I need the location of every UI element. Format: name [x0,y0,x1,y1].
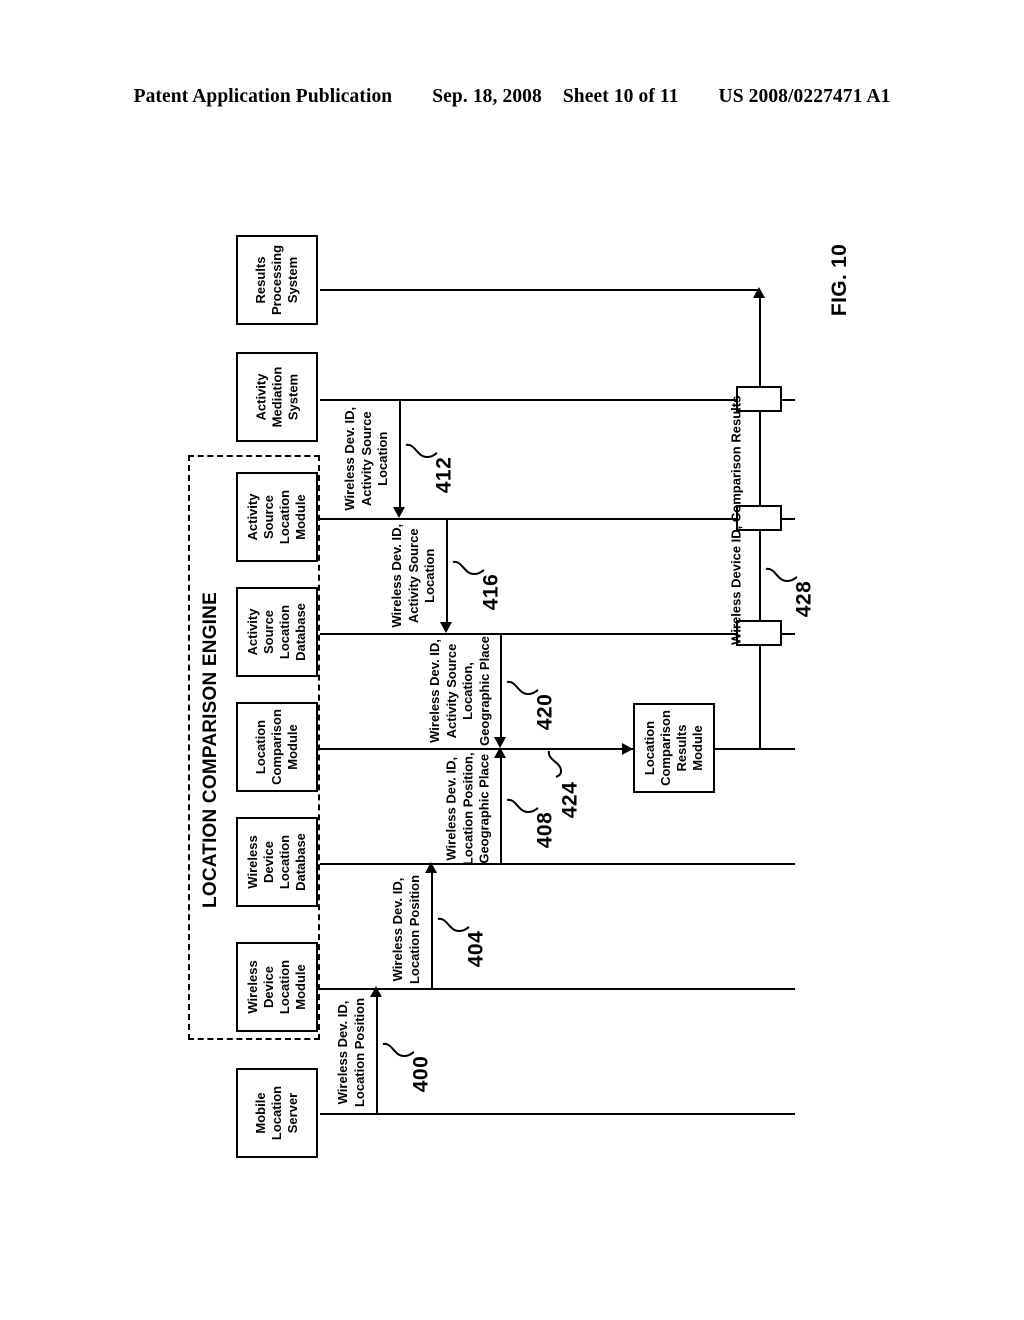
message-label-400: Wireless Dev. ID, Location Position [330,990,374,1115]
node-label: Activity Source Location Module [244,489,308,545]
node-label: Wireless Device Location Database [245,833,308,891]
message-label-404: Wireless Dev. ID, Location Position [385,868,429,990]
node-activity-source-location-module: Activity Source Location Module [236,472,318,562]
lifeline-wireless-device-location-db [320,863,795,865]
message-label-text: Wireless Dev. ID, Activity Source Locati… [342,407,391,511]
message-label-416: Wireless Dev. ID, Activity Source Locati… [383,518,445,633]
message-label-text: Wireless Dev. ID, Location Position [390,874,423,984]
reference-numeral-428: 428 [792,580,816,618]
reference-numeral-424: 424 [558,781,582,819]
node-wireless-device-location-module: Wireless Device Location Module [236,942,318,1032]
location-comparison-engine-label: LOCATION COMPARISON ENGINE [196,560,226,940]
node-label: Location Comparison Module [253,709,300,785]
message-label-text: Wireless Dev. ID, Location Position, Geo… [443,752,492,866]
figure-caption-text: FIG. 10 [828,243,851,317]
patent-figure-page: Patent Application Publication Sep. 18, … [0,0,1024,1320]
node-activity-source-location-database: Activity Source Location Database [236,587,318,677]
reference-numeral-412: 412 [432,456,456,494]
message-label-408: Wireless Dev. ID, Location Position, Geo… [437,752,499,866]
node-wireless-device-location-database: Wireless Device Location Database [236,817,318,907]
message-label-text: Wireless Dev. ID, Activity Source Locati… [427,635,492,746]
node-mobile-location-server: Mobile Location Server [236,1068,318,1158]
message-label-text: Wireless Dev. ID, Activity Source Locati… [389,523,438,628]
node-label: Wireless Device Location Module [244,959,308,1015]
message-line-400 [376,990,378,1115]
node-location-comparison-results-module: Location Comparison Results Module [633,703,715,793]
message-line-420 [500,635,502,741]
reference-numeral-420: 420 [533,693,557,731]
node-activity-mediation-system: Activity Mediation System [236,352,318,442]
message-arrow-424 [622,743,633,755]
node-label: Activity Source Location Database [245,603,308,661]
node-results-processing-system: Results Processing System [236,235,318,325]
lifeline-results-processing-system [320,289,760,291]
message-label-420: Wireless Dev. ID, Activity Source Locati… [420,633,500,748]
message-line-404 [431,866,433,990]
reference-numeral-400: 400 [409,1055,433,1093]
node-label: Mobile Location Server [252,1085,300,1141]
message-label-text: Wireless Device ID, Comparison Results [728,395,744,645]
lifeline-mobile-location-server [320,1113,795,1115]
message-label-412: Wireless Dev. ID, Activity Source Locati… [336,401,398,517]
node-label: Location Comparison Results Module [642,710,705,786]
message-line-408 [500,751,502,865]
message-line-416 [446,520,448,626]
engine-label-text: LOCATION COMPARISON ENGINE [200,592,222,908]
message-arrow-428 [753,287,765,298]
node-label: Results Processing System [253,244,300,316]
node-location-comparison-module: Location Comparison Module [236,702,318,792]
message-label-text: Wireless Dev. ID, Location Position [335,997,368,1108]
figure-caption: FIG. 10 [810,225,870,335]
message-line-412 [399,401,401,507]
reference-numeral-404: 404 [464,930,488,968]
reference-numeral-416: 416 [479,573,503,611]
node-label: Activity Mediation System [252,366,300,428]
figure-10-diagram: LOCATION COMPARISON ENGINE Results Proce… [0,0,1024,1320]
message-label-428: Wireless Device ID, Comparison Results [722,380,752,660]
